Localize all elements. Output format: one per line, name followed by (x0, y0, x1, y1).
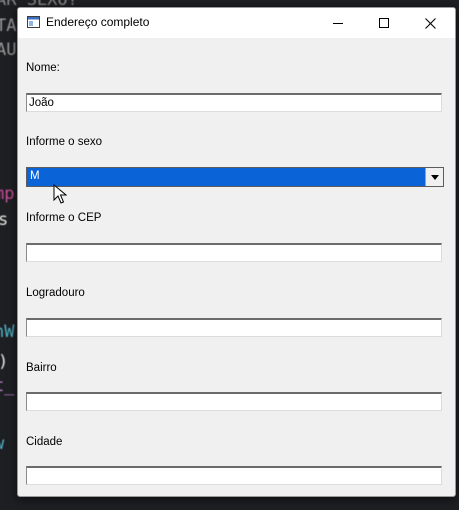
endereco-window: Endereço completo Nome: João Informe o s… (17, 7, 456, 497)
window-app-icon (27, 16, 40, 28)
form-area: Nome: João Informe o sexo M Informe o CE… (18, 38, 455, 496)
bairro-field[interactable] (26, 392, 442, 411)
cidade-label: Cidade (26, 436, 63, 448)
sexo-selected-value: M (30, 170, 40, 182)
sexo-label: Informe o sexo (26, 136, 103, 148)
code-line: ) (0, 352, 8, 372)
mouse-cursor-icon (53, 184, 67, 204)
close-icon (424, 17, 436, 29)
code-line: t_ (0, 376, 15, 396)
minimize-icon (333, 23, 343, 24)
code-line: w (0, 434, 4, 454)
cep-label: Informe o CEP (26, 212, 102, 224)
bairro-label: Bairro (26, 362, 57, 374)
cep-field[interactable] (26, 243, 442, 262)
logradouro-label: Logradouro (26, 287, 85, 299)
chevron-down-icon (430, 174, 439, 180)
sexo-select[interactable]: M (26, 167, 444, 187)
code-line: nW (0, 322, 15, 342)
dropdown-arrow-button[interactable] (425, 168, 443, 186)
maximize-icon (379, 18, 389, 28)
maximize-button[interactable] (361, 8, 407, 38)
code-line: mp (0, 184, 15, 204)
nome-field[interactable]: João (26, 93, 442, 112)
logradouro-field[interactable] (26, 318, 442, 337)
close-button[interactable] (407, 8, 453, 38)
minimize-button[interactable] (315, 8, 361, 38)
window-title: Endereço completo (46, 15, 150, 29)
title-bar[interactable]: Endereço completo (18, 8, 455, 38)
code-line: s (0, 210, 9, 230)
cidade-field[interactable] (26, 466, 442, 485)
nome-label: Nome: (26, 62, 60, 74)
code-line: TA (0, 16, 17, 36)
code-line: AU (0, 40, 17, 60)
